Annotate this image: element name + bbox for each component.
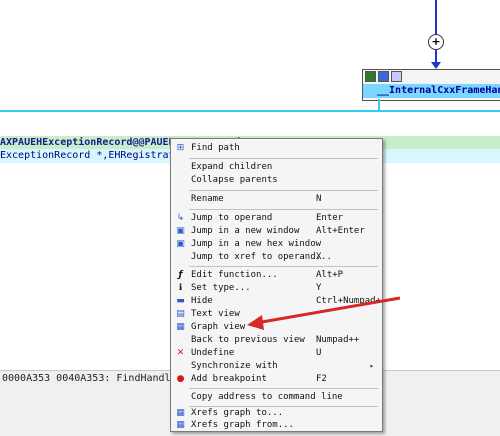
- graph-expand-node[interactable]: +: [428, 34, 444, 50]
- node-toolbar: [363, 70, 500, 84]
- menu-item-undefine[interactable]: ✕ Undefine U: [171, 347, 382, 359]
- node-graph-icon[interactable]: [378, 71, 389, 82]
- menu-separator: [189, 190, 378, 191]
- menu-item-label: Synchronize with: [191, 361, 278, 371]
- menu-item-label: Hide: [191, 296, 213, 306]
- menu-item-shortcut: Enter: [316, 213, 344, 223]
- menu-item-shortcut: U: [316, 348, 322, 358]
- submenu-arrow-icon: ▸: [369, 362, 374, 370]
- text-view-icon: ▤: [176, 309, 185, 319]
- menu-item-xrefs-graph-from[interactable]: ▦ Xrefs graph from...: [171, 419, 382, 431]
- menu-item-set-type[interactable]: ℹ Set type... Y: [171, 282, 382, 294]
- menu-item-shortcut: Y: [316, 283, 322, 293]
- menu-item-find-path[interactable]: ⊞ Find path: [171, 142, 382, 154]
- graph-edge: [435, 0, 437, 34]
- menu-item-label: Add breakpoint: [191, 374, 267, 384]
- set-type-icon: ℹ: [178, 283, 183, 293]
- menu-item-label: Jump in a new hex window: [191, 239, 322, 249]
- xrefs-from-icon: ▦: [176, 420, 185, 430]
- menu-item-jump-new-window[interactable]: ▣ Jump in a new window Alt+Enter: [171, 225, 382, 237]
- menu-item-label: Graph view: [191, 322, 246, 332]
- menu-item-label: Find path: [191, 143, 240, 153]
- menu-separator: [189, 266, 378, 267]
- menu-item-shortcut: Ctrl+Numpad+-: [316, 296, 387, 306]
- menu-item-copy-address[interactable]: Copy address to command line: [171, 391, 382, 403]
- menu-item-collapse-parents[interactable]: Collapse parents: [171, 174, 382, 186]
- function-node-title: __InternalCxxFrameHandler: [363, 84, 500, 98]
- menu-item-jump-new-hex-window[interactable]: ▣ Jump in a new hex window: [171, 238, 382, 250]
- menu-item-label: Undefine: [191, 348, 235, 358]
- graph-canvas[interactable]: + __InternalCxxFrameHandler AXPAUEHExcep…: [0, 0, 500, 436]
- menu-item-label: Copy address to command line: [191, 392, 343, 402]
- menu-item-expand-children[interactable]: Expand children: [171, 161, 382, 173]
- graph-edge-arrow-icon: [431, 62, 441, 69]
- menu-item-text-view[interactable]: ▤ Text view: [171, 308, 382, 320]
- menu-item-label: Xrefs graph from...: [191, 420, 294, 430]
- node-color-icon[interactable]: [365, 71, 376, 82]
- menu-item-label: Rename: [191, 194, 224, 204]
- menu-item-synchronize-with[interactable]: Synchronize with ▸: [171, 360, 382, 372]
- menu-item-label: Back to previous view: [191, 335, 305, 345]
- menu-item-shortcut: Alt+Enter: [316, 226, 365, 236]
- menu-item-label: Jump to xref to operand...: [191, 252, 332, 262]
- find-path-icon: ⊞: [176, 143, 185, 153]
- jump-hex-window-icon: ▣: [176, 239, 185, 249]
- menu-item-xrefs-graph-to[interactable]: ▦ Xrefs graph to...: [171, 407, 382, 419]
- menu-item-graph-view[interactable]: ▦ Graph view: [171, 321, 382, 333]
- menu-item-rename[interactable]: Rename N: [171, 193, 382, 205]
- menu-item-label: Set type...: [191, 283, 251, 293]
- jump-operand-icon: ↳: [176, 213, 185, 223]
- menu-separator: [189, 209, 378, 210]
- menu-separator: [189, 158, 378, 159]
- function-node[interactable]: __InternalCxxFrameHandler: [362, 69, 500, 101]
- graph-edge: [435, 49, 437, 63]
- menu-item-jump-to-operand[interactable]: ↳ Jump to operand Enter: [171, 212, 382, 224]
- menu-item-label: Jump in a new window: [191, 226, 300, 236]
- menu-item-shortcut: Alt+P: [316, 270, 344, 280]
- menu-item-hide[interactable]: ▬ Hide Ctrl+Numpad+-: [171, 295, 386, 307]
- menu-item-shortcut: F2: [316, 374, 327, 384]
- undefine-icon: ✕: [176, 348, 185, 358]
- node-collapse-icon[interactable]: [391, 71, 402, 82]
- xrefs-to-icon: ▦: [176, 408, 185, 418]
- menu-item-label: Expand children: [191, 162, 273, 172]
- breakpoint-icon: ●: [176, 374, 185, 384]
- menu-item-jump-xref[interactable]: Jump to xref to operand... X: [171, 251, 382, 263]
- hide-icon: ▬: [176, 296, 185, 306]
- graph-edge: [0, 110, 500, 112]
- context-menu: ⊞ Find path Expand children Collapse par…: [170, 138, 386, 432]
- menu-item-shortcut: X: [316, 252, 322, 262]
- menu-item-add-breakpoint[interactable]: ● Add breakpoint F2: [171, 373, 382, 385]
- menu-item-label: Jump to operand: [191, 213, 273, 223]
- menu-item-edit-function[interactable]: ƒ Edit function... Alt+P: [171, 269, 382, 281]
- menu-item-label: Xrefs graph to...: [191, 408, 284, 418]
- menu-item-back-previous-view[interactable]: Back to previous view Numpad++: [171, 334, 382, 346]
- menu-item-label: Collapse parents: [191, 175, 278, 185]
- menu-separator: [189, 388, 378, 389]
- edit-function-icon: ƒ: [178, 270, 183, 280]
- graph-view-icon: ▦: [176, 322, 185, 332]
- jump-new-window-icon: ▣: [176, 226, 185, 236]
- menu-item-label: Text view: [191, 309, 240, 319]
- menu-item-shortcut: Numpad++: [316, 335, 360, 345]
- menu-item-label: Edit function...: [191, 270, 278, 280]
- menu-item-shortcut: N: [316, 194, 322, 204]
